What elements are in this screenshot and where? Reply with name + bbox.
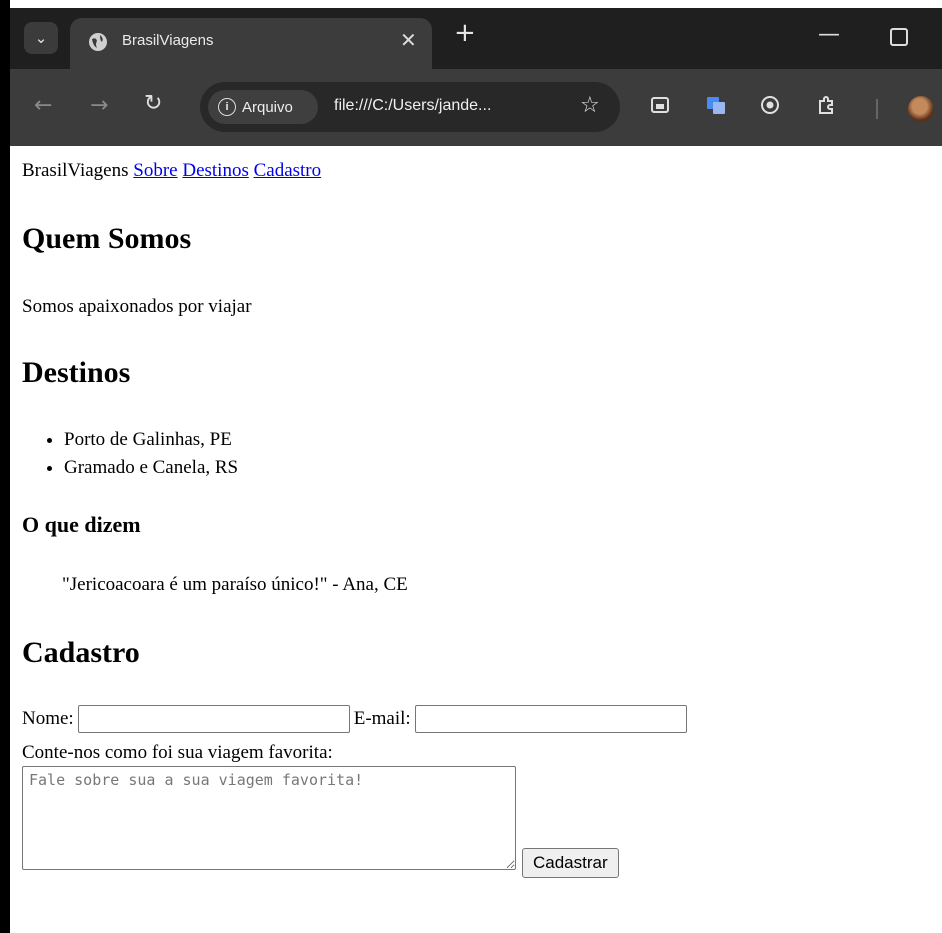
about-heading: Quem Somos [22, 222, 192, 255]
address-bar[interactable]: i Arquivo file:///C:/Users/jande... ☆ [200, 82, 620, 132]
tab-strip: ⌄ BrasilViagens ✕ + — [10, 8, 942, 69]
story-textarea[interactable] [22, 766, 516, 870]
submit-button[interactable]: Cadastrar [522, 848, 619, 878]
nav-link-sobre[interactable]: Sobre [133, 160, 177, 181]
url-text[interactable]: file:///C:/Users/jande... [334, 97, 491, 115]
destinations-heading: Destinos [22, 356, 131, 389]
list-item: Porto de Galinhas, PE [64, 426, 238, 454]
reload-icon[interactable]: ↻ [144, 91, 162, 116]
tab-search-button[interactable]: ⌄ [24, 22, 58, 54]
back-arrow-icon[interactable]: ← [34, 93, 52, 118]
window-left-edge [0, 0, 10, 933]
close-tab-icon[interactable]: ✕ [400, 28, 417, 52]
email-input[interactable] [414, 705, 687, 733]
tab-title: BrasilViagens [122, 32, 214, 49]
site-nav: BrasilViagens Sobre Destinos Cadastro [22, 160, 321, 182]
info-icon: i [218, 98, 236, 116]
about-text: Somos apaixonados por viajar [22, 296, 252, 317]
testimonials-heading: O que dizem [22, 512, 141, 537]
name-input[interactable] [77, 705, 350, 733]
extensions-puzzle-icon[interactable] [816, 95, 836, 115]
nav-link-cadastro[interactable]: Cadastro [254, 160, 322, 181]
bookmark-star-icon[interactable]: ☆ [580, 93, 600, 118]
signup-row: Nome: E-mail: [22, 705, 691, 733]
list-item: Gramado e Canela, RS [64, 454, 238, 482]
story-label: Conte-nos como foi sua viagem favorita: [22, 742, 333, 763]
tab-brasilviagens[interactable]: BrasilViagens ✕ [70, 18, 432, 69]
new-tab-button[interactable]: + [454, 18, 476, 48]
maximize-button[interactable] [890, 28, 908, 46]
chevron-down-icon: ⌄ [34, 29, 48, 47]
brand-name: BrasilViagens [22, 160, 129, 181]
toolbar-separator [876, 99, 878, 119]
target-icon[interactable] [760, 95, 780, 115]
translate-icon[interactable] [706, 95, 726, 115]
name-label: Nome: [22, 708, 74, 729]
forward-arrow-icon[interactable]: → [90, 93, 108, 118]
destinations-list: Porto de Galinhas, PE Gramado e Canela, … [22, 426, 238, 482]
profile-avatar[interactable] [908, 96, 934, 122]
site-info-chip[interactable]: i Arquivo [208, 90, 318, 124]
testimonial-quote: "Jericoacoara é um paraíso único!" - Ana… [62, 574, 408, 595]
site-chip-label: Arquivo [242, 98, 293, 116]
browser-toolbar: ← → ↻ i Arquivo file:///C:/Users/jande..… [10, 69, 942, 146]
globe-icon [89, 33, 107, 51]
minimize-button[interactable]: — [818, 22, 840, 47]
nav-link-destinos[interactable]: Destinos [182, 160, 249, 181]
browser-window: ⌄ BrasilViagens ✕ + — ← → ↻ i Arquivo fi… [0, 0, 942, 933]
signup-heading: Cadastro [22, 636, 140, 669]
picture-in-picture-icon[interactable] [650, 95, 670, 115]
email-label: E-mail: [353, 708, 411, 729]
